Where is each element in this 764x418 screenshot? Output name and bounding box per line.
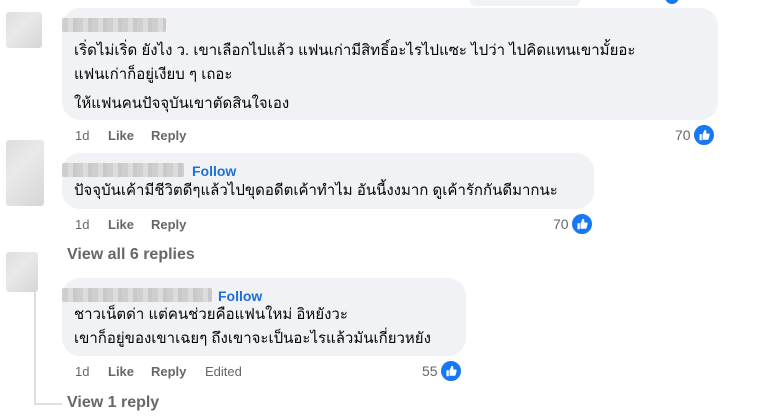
comment-bubble: Follow ปัจจุบันเค้ามีชีวิตดีๆแล้วไปขุดอด…	[62, 153, 594, 209]
avatar[interactable]	[6, 252, 38, 292]
comment-text-line: เริ่ดไม่เริ่ด ยังไง ว. เขาเลือกไปแล้ว แฟ…	[74, 42, 636, 59]
author-name-redacted[interactable]	[62, 18, 166, 32]
reaction-count: 70	[553, 216, 569, 232]
comment-bubble: Follow ชาวเน็ตด่า แต่คนช่วยคือแฟนใหม่ อิ…	[62, 278, 466, 356]
reply-button[interactable]: Reply	[151, 364, 186, 379]
comment-text-line: ปัจจุบันเค้ามีชีวิตดีๆแล้วไปขุดอดีตเค้าท…	[74, 182, 558, 199]
comment-text-line: เขาก็อยู่ของเขาเฉยๆ ถึงเขาจะเป็นอะไรแล้ว…	[74, 330, 431, 347]
author-name-redacted[interactable]	[62, 288, 212, 302]
like-button[interactable]: Like	[108, 128, 134, 143]
like-button[interactable]: Like	[108, 364, 134, 379]
thumbs-up-icon	[691, 123, 716, 147]
comment-time[interactable]: 1d	[75, 128, 89, 143]
reaction-summary[interactable]: 70	[553, 212, 594, 236]
comment-text-line: แฟนเก่าก็อยู่เงียบ ๆ เถอะ	[74, 66, 233, 83]
author-name-redacted[interactable]	[62, 163, 184, 177]
follow-button[interactable]: Follow	[192, 163, 236, 179]
reply-button[interactable]: Reply	[151, 128, 186, 143]
comment-text-line: ให้แฟนคนปัจจุบันเขาตัดสินใจเอง	[74, 95, 290, 112]
avatar[interactable]	[6, 140, 44, 206]
reply-button[interactable]: Reply	[151, 217, 186, 232]
comment-time[interactable]: 1d	[75, 364, 89, 379]
thumbs-up-icon	[569, 212, 594, 236]
previous-bubble-edge	[470, 0, 580, 6]
thread-connector-line	[34, 403, 62, 405]
view-replies-link[interactable]: View all 6 replies	[67, 246, 195, 264]
comment-bubble: เริ่ดไม่เริ่ด ยังไง ว. เขาเลือกไปแล้ว แฟ…	[62, 8, 718, 120]
reaction-count: 55	[422, 363, 438, 379]
follow-button[interactable]: Follow	[218, 288, 262, 304]
edited-label[interactable]: Edited	[205, 364, 242, 379]
reaction-summary[interactable]: 55	[422, 359, 463, 383]
reaction-count: 70	[675, 127, 691, 143]
thread-connector-line	[34, 292, 36, 404]
view-replies-link[interactable]: View 1 reply	[67, 394, 159, 412]
thumbs-up-icon	[438, 359, 463, 383]
like-reaction-icon-partial	[663, 0, 681, 6]
comment-time[interactable]: 1d	[75, 217, 89, 232]
avatar[interactable]	[6, 12, 42, 48]
comment-text-line: ชาวเน็ตด่า แต่คนช่วยคือแฟนใหม่ อิหยังวะ	[74, 306, 348, 323]
like-button[interactable]: Like	[108, 217, 134, 232]
reaction-summary[interactable]: 70	[675, 123, 716, 147]
